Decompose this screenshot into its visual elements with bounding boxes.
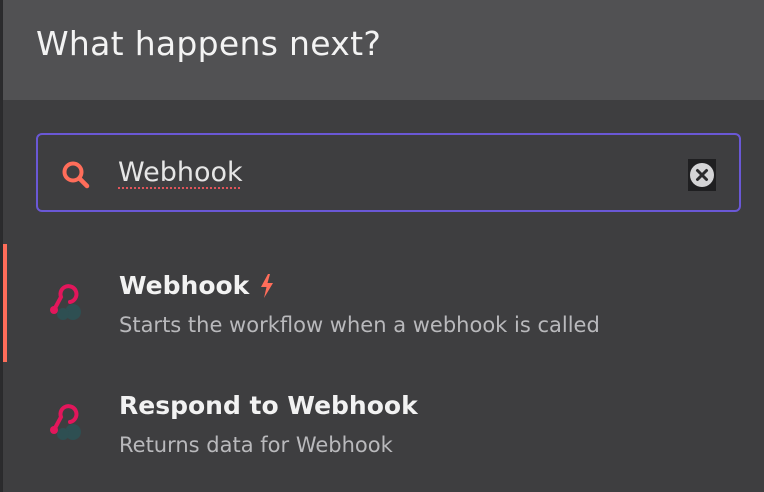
- webhook-icon: [43, 400, 87, 444]
- lightning-bolt-icon: [259, 273, 275, 299]
- panel-title: What happens next?: [36, 24, 382, 63]
- clear-icon: [690, 163, 714, 187]
- result-item-respond-to-webhook[interactable]: Respond to Webhook Returns data for Webh…: [3, 364, 764, 482]
- result-description: Returns data for Webhook: [119, 433, 393, 457]
- clear-search-button[interactable]: [688, 159, 716, 191]
- result-item-webhook[interactable]: Webhook Starts the workflow when a webho…: [3, 244, 764, 362]
- search-box[interactable]: [36, 133, 741, 212]
- result-title-text: Respond to Webhook: [119, 391, 418, 420]
- result-title-text: Webhook: [119, 271, 250, 300]
- panel-header: What happens next?: [3, 0, 764, 100]
- active-indicator: [3, 244, 7, 362]
- result-title: Respond to Webhook: [119, 388, 418, 424]
- result-description: Starts the workflow when a webhook is ca…: [119, 313, 600, 337]
- result-title: Webhook: [119, 268, 275, 304]
- search-input[interactable]: [118, 153, 678, 193]
- node-creator-panel: What happens next? Webhook Webhook Start…: [2, 0, 764, 492]
- search-icon: [60, 159, 92, 191]
- webhook-icon: [43, 280, 87, 324]
